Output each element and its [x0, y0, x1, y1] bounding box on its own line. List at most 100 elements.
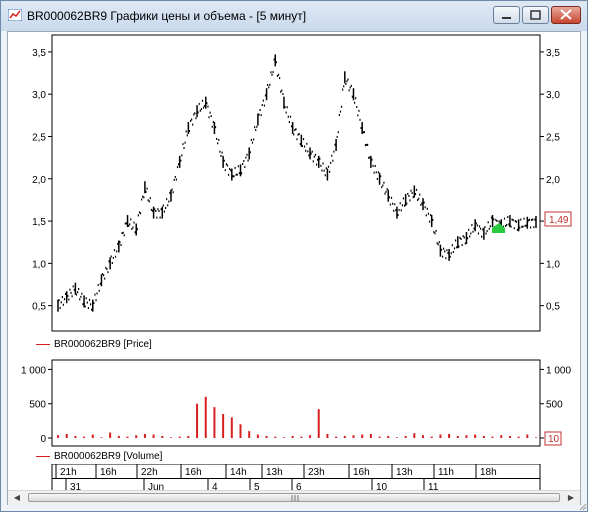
price-point [173, 178, 175, 181]
scroll-right-icon[interactable]: ▶ [564, 492, 578, 504]
close-button[interactable] [551, 6, 581, 24]
price-point [388, 196, 390, 199]
resize-grip-icon[interactable] [579, 503, 587, 511]
price-chart[interactable]: 0,50,51,01,01,51,52,02,02,52,53,03,03,53… [8, 32, 580, 338]
price-point [185, 130, 187, 133]
price-point [493, 218, 495, 221]
price-point [146, 187, 148, 190]
volume-bar [117, 435, 120, 438]
price-point [524, 224, 526, 227]
price-point [288, 121, 290, 124]
price-point [210, 115, 212, 118]
price-point [382, 184, 384, 187]
price-point [532, 218, 534, 221]
price-point [259, 109, 261, 112]
price-point [432, 218, 434, 221]
price-point [343, 85, 345, 88]
volume-legend-swatch [36, 456, 50, 457]
price-point [469, 235, 471, 238]
price-point [71, 295, 73, 298]
price-point [409, 199, 411, 202]
price-point [130, 218, 132, 221]
price-point [233, 175, 235, 178]
price-point [484, 226, 486, 229]
volume-bar [196, 403, 199, 438]
price-point [276, 74, 279, 77]
price-point [389, 203, 392, 206]
price-point [451, 244, 453, 247]
price-point [348, 89, 350, 92]
volume-bar [204, 396, 207, 438]
volume-bar [222, 414, 225, 438]
volume-legend: BR000062BR9 [Volume] [8, 450, 580, 464]
price-point [331, 154, 333, 157]
price-point [237, 165, 239, 168]
price-point [255, 129, 257, 132]
price-point [448, 248, 450, 261]
price-point [450, 252, 452, 255]
price-tick-label: 2,0 [32, 175, 46, 186]
price-point [110, 255, 112, 258]
price-point [415, 188, 418, 191]
price-point [244, 165, 246, 168]
price-point [452, 251, 455, 254]
volume-bar [74, 435, 77, 438]
minimize-button[interactable] [493, 6, 520, 24]
price-point [364, 144, 367, 147]
scroll-left-icon[interactable]: ◀ [10, 492, 24, 504]
price-point [105, 266, 107, 269]
volume-bar [395, 437, 398, 438]
price-point [526, 216, 529, 229]
price-point [498, 220, 500, 223]
price-point [245, 156, 247, 159]
price-point [92, 299, 94, 312]
restore-button[interactable] [522, 6, 549, 24]
volume-bar [326, 433, 329, 438]
price-point [194, 112, 196, 115]
price-point [394, 203, 396, 206]
price-point [520, 218, 522, 221]
volume-bar [422, 435, 425, 438]
price-legend-swatch [36, 344, 50, 345]
price-point [183, 146, 185, 149]
price-point [313, 155, 315, 158]
volume-chart[interactable]: 005005001 0001 000 10 [8, 354, 580, 448]
price-point [188, 129, 191, 132]
price-point [434, 232, 436, 235]
volume-bar [126, 436, 129, 438]
price-point [248, 147, 250, 160]
price-point [396, 206, 398, 219]
price-point [187, 122, 190, 135]
price-point [184, 141, 186, 144]
last-price-label: 1,49 [549, 215, 569, 226]
price-point [223, 159, 225, 162]
price-point [104, 277, 106, 280]
price-point [72, 285, 74, 288]
price-point [321, 169, 323, 172]
price-point [218, 138, 220, 141]
price-point [304, 145, 306, 148]
price-tick-label: 3,5 [32, 48, 46, 59]
price-point [107, 271, 109, 274]
price-point [327, 165, 330, 168]
volume-bar [404, 435, 407, 438]
volume-bar [335, 436, 338, 438]
hour-label: 22h [141, 467, 158, 478]
price-point [517, 219, 520, 232]
volume-bar [387, 435, 390, 438]
price-point [346, 80, 348, 83]
price-point [206, 102, 208, 105]
price-point [307, 150, 309, 153]
price-point [249, 151, 251, 154]
price-point [365, 143, 368, 146]
volume-tick-label: 0 [40, 434, 46, 445]
price-point [477, 232, 480, 235]
scroll-thumb[interactable] [28, 493, 560, 502]
volume-bar [265, 435, 268, 438]
price-point [193, 113, 195, 116]
volume-plot-frame [51, 359, 541, 447]
price-point [344, 71, 346, 84]
title-bar[interactable]: BR000062BR9 Графики цены и объема - [5 м… [1, 1, 587, 31]
price-point [197, 111, 199, 114]
horizontal-scrollbar[interactable]: ◀ ▶ [8, 490, 580, 505]
